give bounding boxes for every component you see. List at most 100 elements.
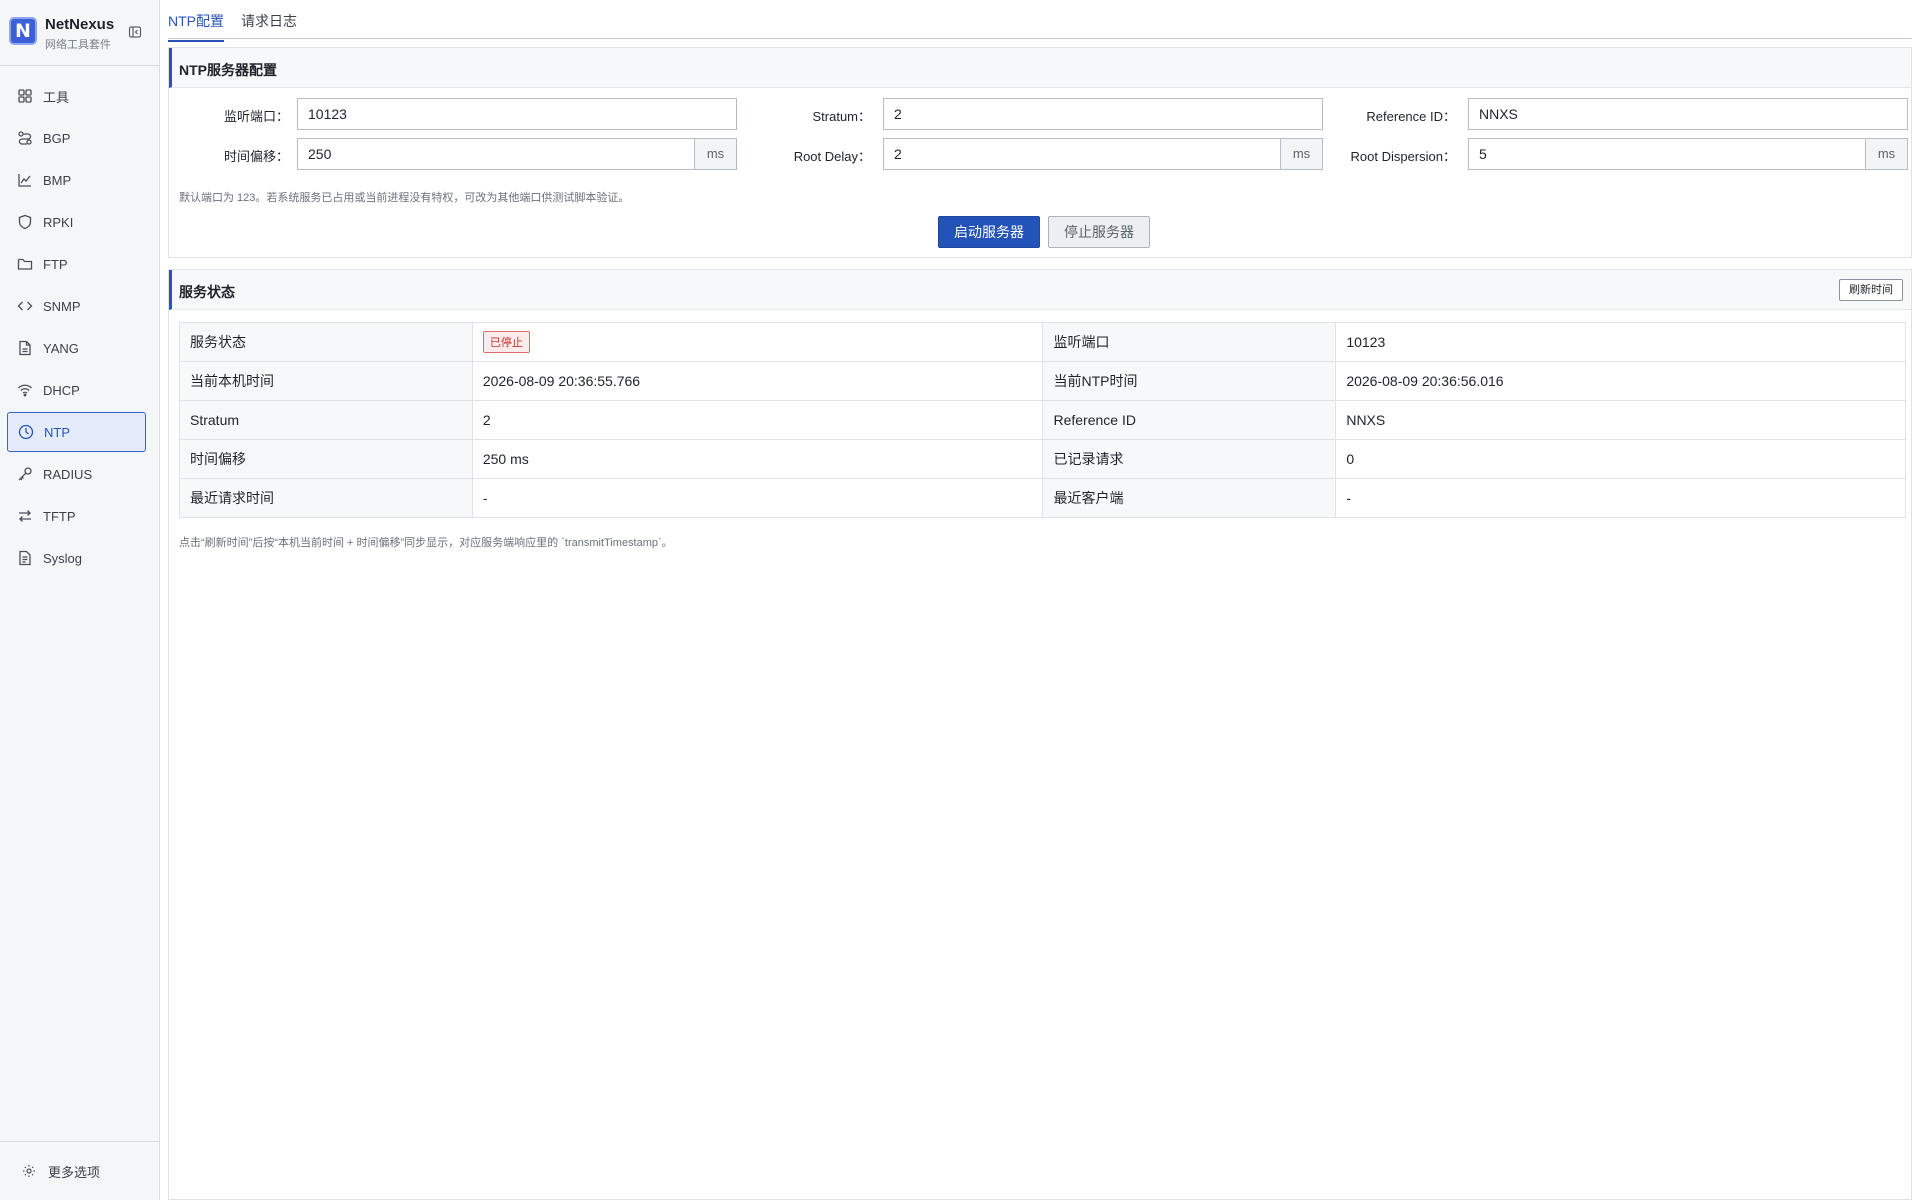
sidebar-item-bgp[interactable]: BGP — [7, 118, 146, 158]
sidebar-item-label: Syslog — [43, 550, 83, 566]
status-value: 10123 — [1335, 322, 1906, 362]
sidebar-item-label: 工具 — [43, 89, 70, 105]
clock-icon — [18, 424, 34, 440]
folder-icon — [17, 256, 33, 272]
tab-ntp-config[interactable]: NTP配置 — [168, 11, 224, 42]
key-icon — [17, 466, 33, 482]
sidebar-item-ntp[interactable]: NTP — [7, 412, 146, 452]
panel-title: NTP服务器配置 — [179, 62, 277, 78]
table-row: 当前本机时间 2026-08-09 20:36:55.766 当前NTP时间 2… — [179, 361, 1906, 401]
root-delay-unit: ms — [1281, 138, 1323, 170]
status-key: 监听端口 — [1042, 322, 1337, 362]
status-value: 2026-08-09 20:36:55.766 — [471, 361, 1044, 401]
status-key: 时间偏移 — [179, 439, 473, 479]
form-row: 时间偏移： ms Root Delay： ms Root Dispersion：… — [169, 138, 1911, 170]
app-subtitle: 网络工具套件 — [45, 39, 111, 51]
status-key: 已记录请求 — [1042, 439, 1337, 479]
refresh-time-button[interactable]: 刷新时间 — [1839, 279, 1903, 301]
sidebar: N NetNexus 网络工具套件 工具 BGP BMP RPKI FTP SN… — [0, 0, 160, 1200]
sidebar-item-label: NTP — [44, 424, 70, 440]
table-row: 服务状态 已停止 监听端口 10123 — [179, 322, 1906, 362]
time-offset-unit: ms — [695, 138, 737, 170]
stop-server-button[interactable]: 停止服务器 — [1048, 216, 1150, 248]
status-key: 最近请求时间 — [179, 478, 473, 518]
sidebar-item-label: BMP — [43, 172, 72, 188]
root-dispersion-input[interactable] — [1468, 138, 1866, 170]
brand-header: N NetNexus 网络工具套件 — [0, 0, 160, 66]
sidebar-item-snmp[interactable]: SNMP — [7, 286, 146, 326]
port-hint: 默认端口为 123。若系统服务已占用或当前进程没有特权，可改为其他端口供测试脚本… — [179, 192, 630, 204]
panel-header: NTP服务器配置 — [169, 48, 1911, 88]
sidebar-item-label: BGP — [43, 130, 71, 146]
sidebar-item-tools[interactable]: 工具 — [7, 76, 146, 116]
sidebar-item-label: DHCP — [43, 382, 80, 398]
refresh-note: 点击“刷新时间”后按“本机当前时间 + 时间偏移”同步显示，对应服务端响应里的 … — [179, 537, 673, 549]
start-server-button[interactable]: 启动服务器 — [938, 216, 1040, 248]
app-logo: N — [9, 17, 37, 45]
sidebar-item-label: YANG — [43, 340, 79, 356]
root-delay-input[interactable] — [883, 138, 1281, 170]
sidebar-item-tftp[interactable]: TFTP — [7, 496, 146, 536]
wifi-icon — [17, 382, 33, 398]
status-value: - — [471, 478, 1044, 518]
app-name: NetNexus — [45, 16, 115, 33]
table-row: 时间偏移 250 ms 已记录请求 0 — [179, 439, 1906, 479]
service-status-panel: 服务状态 刷新时间 服务状态 已停止 监听端口 10123 当前本机时间 202… — [168, 269, 1912, 1200]
more-options-label: 更多选项 — [48, 1164, 101, 1180]
status-value: NNXS — [1335, 400, 1906, 440]
listen-port-input[interactable] — [297, 98, 737, 130]
status-value: 0 — [1335, 439, 1906, 479]
status-badge: 已停止 — [482, 331, 530, 353]
file-icon — [17, 340, 33, 356]
root-dispersion-unit: ms — [1866, 138, 1908, 170]
stratum-label: Stratum： — [812, 109, 871, 124]
status-key: Stratum — [179, 400, 473, 440]
sidebar-item-yang[interactable]: YANG — [7, 328, 146, 368]
time-offset-input[interactable] — [297, 138, 695, 170]
root-dispersion-label: Root Dispersion： — [1350, 149, 1457, 164]
table-row: 最近请求时间 - 最近客户端 - — [179, 478, 1906, 518]
sidebar-item-bmp[interactable]: BMP — [7, 160, 146, 200]
status-value: 2 — [471, 400, 1044, 440]
status-value: 250 ms — [471, 439, 1044, 479]
chart-icon — [17, 172, 33, 188]
status-key: 服务状态 — [179, 322, 473, 362]
routes-icon — [17, 130, 33, 146]
sidebar-item-label: SNMP — [43, 298, 81, 314]
status-value-cell: 已停止 — [471, 322, 1044, 362]
sidebar-item-ftp[interactable]: FTP — [7, 244, 146, 284]
sidebar-nav: 工具 BGP BMP RPKI FTP SNMP YANG DHCP NTP R… — [0, 76, 160, 580]
root-delay-label: Root Delay： — [793, 149, 871, 164]
status-key: Reference ID — [1042, 400, 1337, 440]
sidebar-item-radius[interactable]: RADIUS — [7, 454, 146, 494]
sidebar-item-syslog[interactable]: Syslog — [7, 538, 146, 578]
sidebar-item-label: RPKI — [43, 214, 74, 230]
sidebar-item-label: TFTP — [43, 508, 76, 524]
status-value: - — [1335, 478, 1906, 518]
status-key: 当前本机时间 — [179, 361, 473, 401]
sidebar-collapse-icon[interactable] — [128, 25, 142, 39]
stratum-input[interactable] — [883, 98, 1323, 130]
grid-icon — [17, 88, 33, 104]
document-icon — [17, 550, 33, 566]
transfer-icon — [17, 508, 33, 524]
status-key: 当前NTP时间 — [1042, 361, 1337, 401]
status-value: 2026-08-09 20:36:56.016 — [1335, 361, 1906, 401]
listen-port-label: 监听端口： — [223, 109, 289, 124]
more-options-button[interactable]: 更多选项 — [0, 1141, 160, 1200]
sidebar-item-label: FTP — [43, 256, 68, 272]
ntp-config-panel: NTP服务器配置 监听端口： Stratum： Reference ID： 时间… — [168, 47, 1912, 258]
main-content: NTP配置 请求日志 NTP服务器配置 监听端口： Stratum： Refer… — [160, 0, 1920, 1200]
time-offset-label: 时间偏移： — [223, 149, 289, 164]
tab-request-log[interactable]: 请求日志 — [241, 11, 297, 40]
sidebar-item-label: RADIUS — [43, 466, 93, 482]
tab-bar: NTP配置 请求日志 — [168, 0, 1912, 42]
sidebar-item-dhcp[interactable]: DHCP — [7, 370, 146, 410]
status-key: 最近客户端 — [1042, 478, 1337, 518]
code-icon — [17, 298, 33, 314]
reference-id-input[interactable] — [1468, 98, 1908, 130]
reference-id-label: Reference ID： — [1366, 109, 1456, 124]
panel-header: 服务状态 刷新时间 — [169, 270, 1911, 310]
sidebar-item-rpki[interactable]: RPKI — [7, 202, 146, 242]
table-row: Stratum 2 Reference ID NNXS — [179, 400, 1906, 440]
